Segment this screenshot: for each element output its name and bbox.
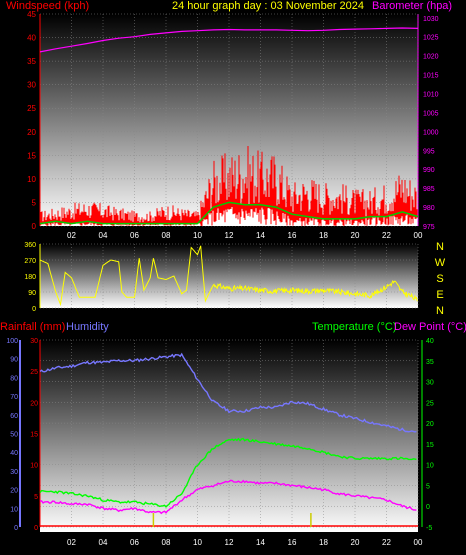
wind-x-tick-label: 06	[130, 231, 139, 240]
wind-x-tick-label: 20	[351, 231, 360, 240]
humidity-tick-label: 0	[14, 525, 18, 532]
temperature-x-tick-label: 00	[414, 538, 423, 547]
wind-x-tick-label: 04	[99, 231, 108, 240]
rainfall-tick-label: 25	[30, 369, 38, 376]
barometer-tick-label: 1005	[423, 110, 439, 117]
humidity-tick-label: 100	[6, 338, 18, 345]
humidity-tick-label: 40	[10, 450, 18, 457]
temperature-x-tick-label: 14	[256, 538, 265, 547]
chart-title: 24 hour graph day : 03 November 2024	[172, 0, 365, 12]
wind-x-tick-label: 14	[256, 231, 265, 240]
windspeed-tick-label: 0	[32, 222, 37, 231]
barometer-axis-title: Barometer (hpa)	[372, 0, 453, 12]
rainfall-tick-label: 10	[30, 463, 38, 470]
temperature-tick-label: 0	[426, 504, 430, 511]
humidity-tick-label: 70	[10, 394, 18, 401]
wind-x-tick-label: 16	[288, 231, 297, 240]
rainfall-tick-label: 30	[30, 338, 38, 345]
windspeed-tick-label: 15	[27, 151, 36, 160]
temperature-x-tick-label: 06	[130, 538, 139, 547]
barometer-tick-label: 1015	[423, 73, 439, 80]
barometer-tick-label: 1010	[423, 92, 439, 99]
compass-label: S	[436, 273, 443, 285]
direction-tick-label: 0	[32, 306, 36, 313]
direction-tick-label: 360	[24, 242, 36, 249]
temperature-tick-label: 10	[426, 463, 434, 470]
humidity-tick-label: 20	[10, 488, 18, 495]
temperature-x-tick-label: 02	[67, 538, 76, 547]
windspeed-tick-label: 40	[27, 34, 36, 43]
windspeed-tick-label: 20	[27, 128, 36, 137]
temperature-x-tick-label: 22	[382, 538, 391, 547]
compass-label: N	[436, 241, 444, 253]
barometer-tick-label: 980	[423, 205, 435, 212]
temperature-x-tick-label: 04	[99, 538, 108, 547]
rainfall-tick-label: 15	[30, 432, 38, 439]
wind-x-tick-label: 02	[67, 231, 76, 240]
windspeed-tick-label: 35	[27, 57, 36, 66]
humidity-tick-label: 10	[10, 506, 18, 513]
rainfall-tick-label: 20	[30, 400, 38, 407]
humidity-tick-label: 90	[10, 357, 18, 364]
barometer-tick-label: 975	[423, 224, 435, 231]
temperature-tick-label: 40	[426, 338, 434, 345]
wind-x-tick-label: 00	[414, 231, 423, 240]
direction-tick-label: 90	[28, 290, 36, 297]
temperature-tick-label: 15	[426, 442, 434, 449]
temperature-tick-label: 5	[426, 483, 430, 490]
humidity-tick-label: 80	[10, 375, 18, 382]
temperature-x-tick-label: 08	[162, 538, 171, 547]
barometer-tick-label: 990	[423, 167, 435, 174]
direction-tick-label: 180	[24, 274, 36, 281]
compass-label: N	[436, 305, 444, 317]
compass-label: E	[436, 289, 443, 301]
compass-label: W	[435, 257, 446, 269]
rainfall-tick-label: 0	[34, 525, 38, 532]
humidity-tick-label: 50	[10, 432, 18, 439]
temperature-x-tick-label: 10	[193, 538, 202, 547]
rainfall-tick-label: 5	[34, 494, 38, 501]
barometer-tick-label: 995	[423, 148, 435, 155]
wind-x-tick-label: 10	[193, 231, 202, 240]
temperature-tick-label: 35	[426, 359, 434, 366]
dewpoint-axis-title: Dew Point (°C)	[394, 321, 466, 333]
windspeed-axis-title: Windspeed (kph)	[6, 0, 90, 12]
humidity-tick-label: 30	[10, 469, 18, 476]
windspeed-tick-label: 25	[27, 104, 36, 113]
direction-tick-label: 270	[24, 258, 36, 265]
humidity-tick-label: 60	[10, 413, 18, 420]
barometer-tick-label: 985	[423, 186, 435, 193]
windspeed-tick-label: 30	[27, 81, 36, 90]
temperature-tick-label: 25	[426, 400, 434, 407]
temperature-x-tick-label: 12	[225, 538, 234, 547]
temperature-x-tick-label: 18	[319, 538, 328, 547]
humidity-axis-title: Humidity	[66, 321, 109, 333]
temperature-x-tick-label: 20	[351, 538, 360, 547]
temperature-tick-label: 30	[426, 380, 434, 387]
windspeed-tick-label: 5	[32, 198, 37, 207]
barometer-tick-label: 1025	[423, 35, 439, 42]
wind-x-tick-label: 18	[319, 231, 328, 240]
temperature-tick-label: 20	[426, 421, 434, 428]
wind-x-tick-label: 22	[382, 231, 391, 240]
wind-x-tick-label: 08	[162, 231, 171, 240]
weather-graph: 0510152025303540459759809859909951000100…	[6, 10, 446, 547]
temperature-x-tick-label: 16	[288, 538, 297, 547]
wind-x-tick-label: 12	[225, 231, 234, 240]
windspeed-tick-label: 10	[27, 175, 36, 184]
temperature-axis-title: Temperature (°C)	[312, 321, 397, 333]
barometer-tick-label: 1000	[423, 129, 439, 136]
temperature-tick-label: -5	[426, 525, 432, 532]
rainfall-axis-title: Rainfall (mm)	[0, 321, 66, 333]
barometer-tick-label: 1020	[423, 54, 439, 61]
barometer-tick-label: 1030	[423, 16, 439, 23]
